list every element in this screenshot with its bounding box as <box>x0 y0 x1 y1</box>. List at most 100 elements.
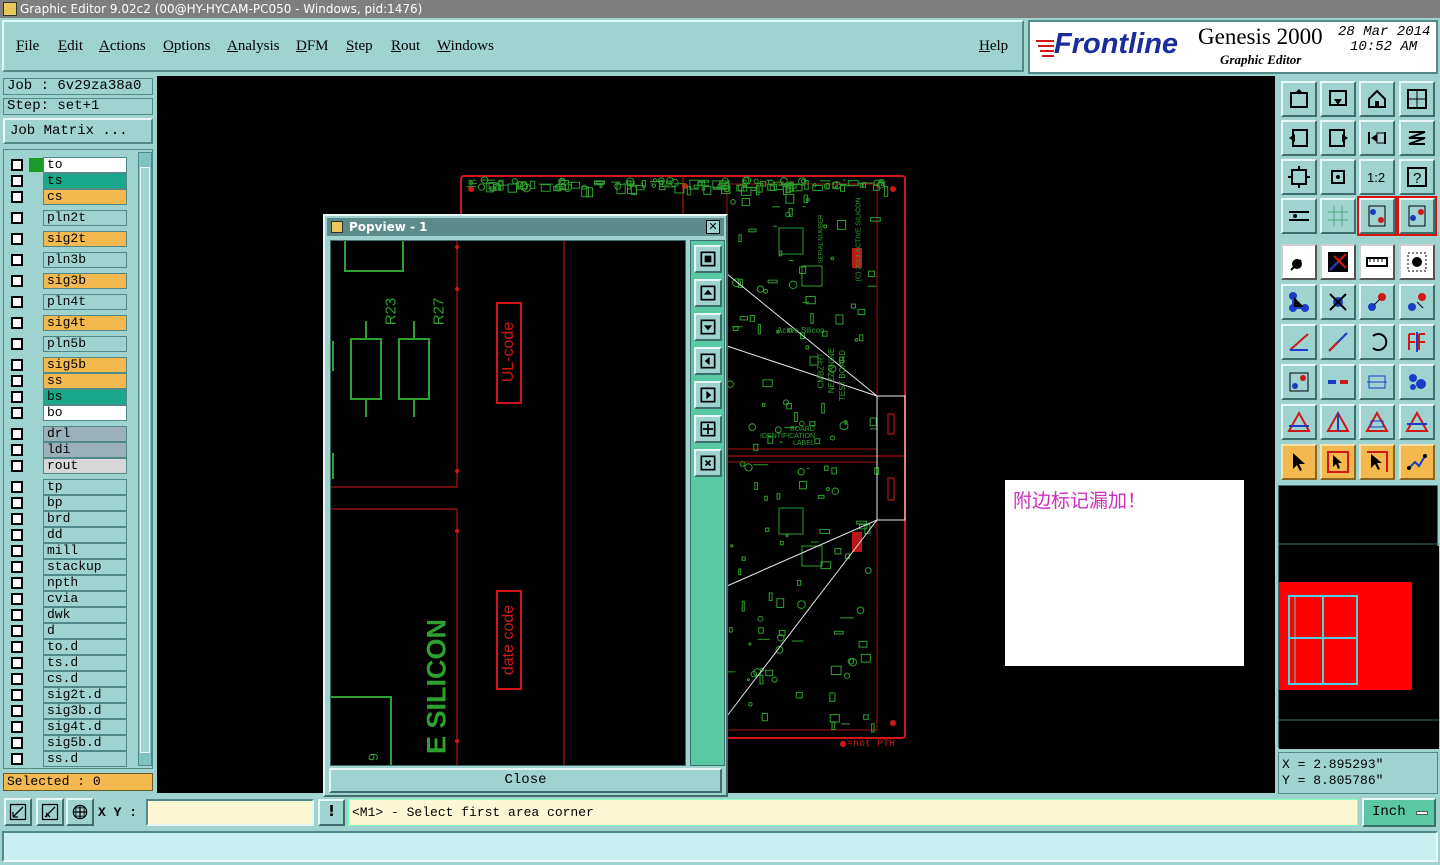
xy-input[interactable] <box>146 799 314 826</box>
zoom-home-button[interactable] <box>1281 81 1317 117</box>
layer-name[interactable]: cs <box>43 189 127 205</box>
layer-row[interactable]: ss.d <box>7 751 127 767</box>
menu-actions[interactable]: Actions <box>99 38 146 55</box>
layer-checkbox[interactable] <box>11 254 23 266</box>
layer-checkbox[interactable] <box>11 296 23 308</box>
menu-options[interactable]: Options <box>163 38 211 55</box>
layer-checkbox[interactable] <box>11 317 23 329</box>
layer-name[interactable]: cvia <box>43 591 127 607</box>
layer-checkbox[interactable] <box>11 641 23 653</box>
layer-row[interactable]: pln2t <box>7 210 127 226</box>
layer-name[interactable]: sig3b <box>43 273 127 289</box>
layer-checkbox[interactable] <box>11 497 23 509</box>
layer-checkbox[interactable] <box>11 577 23 589</box>
layer-name[interactable]: brd <box>43 511 127 527</box>
layer-row[interactable]: pln4t <box>7 294 127 310</box>
help-button[interactable]: ? <box>1399 159 1435 195</box>
layer-name[interactable]: sig4t.d <box>43 719 127 735</box>
zoom-fit-button[interactable] <box>1281 159 1317 195</box>
swap-button[interactable] <box>1359 120 1395 156</box>
layer-checkbox[interactable] <box>11 460 23 472</box>
pv-pan-down-button[interactable] <box>694 313 722 341</box>
layer-checkbox[interactable] <box>11 407 23 419</box>
layer-checkbox[interactable] <box>11 481 23 493</box>
layer-name[interactable]: drl <box>43 426 127 442</box>
layer-name[interactable]: bp <box>43 495 127 511</box>
add-pad-button[interactable] <box>1281 284 1317 320</box>
polygon-button[interactable] <box>1359 404 1395 440</box>
scale-1-2-button[interactable]: 1:2 <box>1359 159 1395 195</box>
close-icon[interactable]: ✕ <box>706 220 720 234</box>
copy-button[interactable] <box>1399 284 1435 320</box>
layer-name[interactable]: sig2t <box>43 231 127 247</box>
layer-checkbox[interactable] <box>11 191 23 203</box>
delete-pad-button[interactable] <box>1320 284 1356 320</box>
overview-map[interactable] <box>1278 485 1439 749</box>
layer-name[interactable]: dd <box>43 527 127 543</box>
window-layout-button[interactable] <box>1399 81 1435 117</box>
layer-name[interactable]: sig5b.d <box>43 735 127 751</box>
snap-red-button[interactable] <box>1357 196 1397 236</box>
pv-pan-up-button[interactable] <box>694 279 722 307</box>
layer-name[interactable]: pln2t <box>43 210 127 226</box>
layer-name[interactable]: bo <box>43 405 127 421</box>
layer-row[interactable]: ts.d <box>7 655 127 671</box>
layer-row[interactable]: sig5b.d <box>7 735 127 751</box>
layer-name[interactable]: stackup <box>43 559 127 575</box>
layer-name[interactable]: mill <box>43 543 127 559</box>
layer-checkbox[interactable] <box>11 609 23 621</box>
layer-name[interactable]: ts <box>43 173 127 189</box>
layer-checkbox[interactable] <box>11 561 23 573</box>
layer-name[interactable]: npth <box>43 575 127 591</box>
triangle-button[interactable] <box>1281 404 1317 440</box>
zoom-center-button[interactable] <box>1320 159 1356 195</box>
layer-row[interactable]: ts <box>7 173 127 189</box>
menu-help[interactable]: Help <box>979 38 1008 55</box>
pv-pan-left-button[interactable] <box>694 347 722 375</box>
units-selector[interactable]: Inch <box>1362 798 1436 827</box>
arc-button[interactable] <box>1320 324 1356 360</box>
layer-checkbox[interactable] <box>11 753 23 765</box>
layer-row[interactable]: dd <box>7 527 127 543</box>
layer-name[interactable]: pln3b <box>43 252 127 268</box>
layer-row[interactable]: bo <box>7 405 127 421</box>
layer-name[interactable]: d <box>43 623 127 639</box>
menu-dfm[interactable]: DFM <box>296 38 329 55</box>
layer-checkbox[interactable] <box>11 657 23 669</box>
layer-row[interactable]: to <box>7 157 127 173</box>
layer-checkbox[interactable] <box>11 705 23 717</box>
layer-row[interactable]: ldi <box>7 442 127 458</box>
layer-name[interactable]: cs.d <box>43 671 127 687</box>
measure-ruler-button[interactable] <box>1359 244 1395 280</box>
point-button[interactable] <box>1399 244 1435 280</box>
layer-row[interactable]: pln5b <box>7 336 127 352</box>
layer-checkbox[interactable] <box>11 545 23 557</box>
mirror-button[interactable] <box>1399 324 1435 360</box>
layer-checkbox[interactable] <box>11 428 23 440</box>
layer-row[interactable]: cs.d <box>7 671 127 687</box>
layer-row[interactable]: bp <box>7 495 127 511</box>
layer-row[interactable]: mill <box>7 543 127 559</box>
layer-checkbox[interactable] <box>11 721 23 733</box>
layer-name[interactable]: bs <box>43 389 127 405</box>
layer-checkbox[interactable] <box>11 593 23 605</box>
menu-windows[interactable]: Windows <box>437 38 494 55</box>
layer-row[interactable]: pln3b <box>7 252 127 268</box>
layer-checkbox[interactable] <box>11 159 23 171</box>
dimension-button[interactable] <box>1359 364 1395 400</box>
layer-row[interactable]: sig3b.d <box>7 703 127 719</box>
layer-checkbox[interactable] <box>11 529 23 541</box>
layer-name[interactable]: dwk <box>43 607 127 623</box>
layer-name[interactable]: ts.d <box>43 655 127 671</box>
surface-button[interactable] <box>1320 364 1356 400</box>
layer-name[interactable]: sig3b.d <box>43 703 127 719</box>
measure-button[interactable] <box>36 798 64 826</box>
layer-row[interactable]: sig5b <box>7 357 127 373</box>
pv-zoom-fit-button[interactable] <box>694 245 722 273</box>
layer-checkbox[interactable] <box>11 338 23 350</box>
menu-file[interactable]: File <box>16 38 39 55</box>
layer-name[interactable]: ldi <box>43 442 127 458</box>
layer-checkbox[interactable] <box>11 212 23 224</box>
layer-row[interactable]: sig3b <box>7 273 127 289</box>
cluster-button[interactable] <box>1399 364 1435 400</box>
